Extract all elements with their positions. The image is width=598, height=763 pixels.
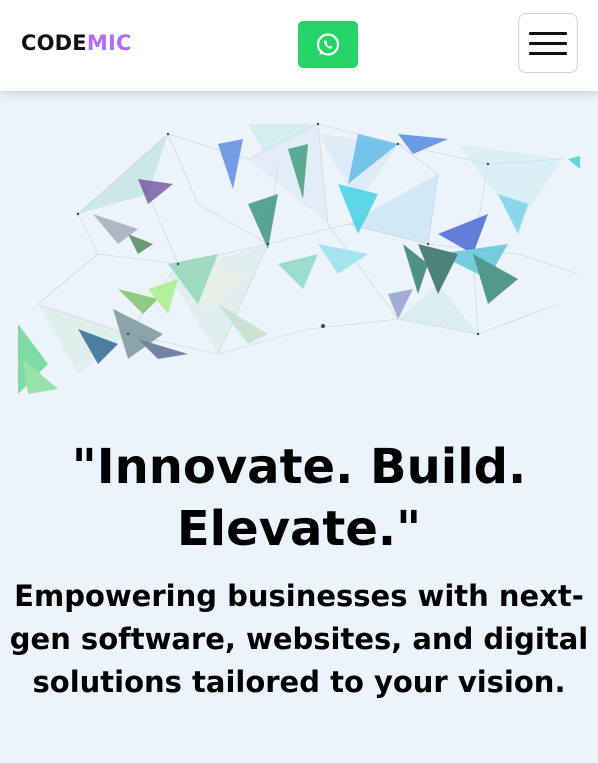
whatsapp-button[interactable] <box>298 21 358 68</box>
hamburger-menu-icon-bar <box>529 31 567 35</box>
whatsapp-icon <box>316 32 340 56</box>
hamburger-menu-button[interactable] <box>518 13 578 73</box>
hamburger-menu-icon-bar <box>529 51 567 55</box>
hamburger-menu-icon-bar <box>529 41 567 45</box>
logo-text-mic: MIC <box>86 31 132 55</box>
top-navbar: CODEMIC <box>0 0 598 91</box>
low-poly-network-illustration <box>18 122 580 394</box>
logo-text-code: CODE <box>21 31 87 55</box>
brand-logo[interactable]: CODEMIC <box>21 30 132 56</box>
hero-subheadline: Empowering businesses with next-gen soft… <box>9 579 589 699</box>
hero-headline: "Innovate. Build. Elevate." <box>71 439 527 557</box>
